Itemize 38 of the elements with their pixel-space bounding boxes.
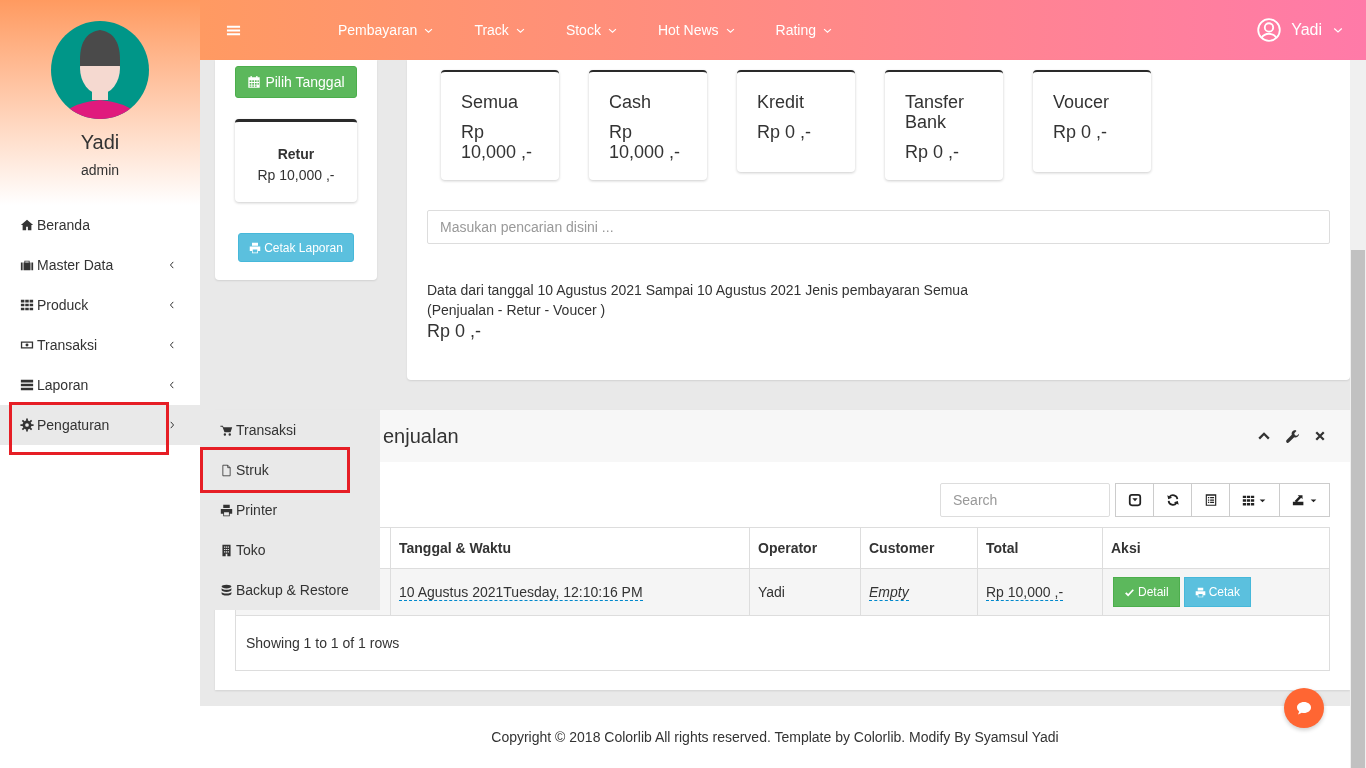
submenu-item[interactable]: Printer [203,490,347,530]
stat-value: Rp 0 ,- [905,142,961,162]
user-role: admin [80,161,120,180]
sidebar-item[interactable]: Transaksi [0,325,200,365]
stat-value: Rp 10,000 ,- [256,166,336,185]
stat-value: Rp 10,000 ,- [609,122,682,162]
submenu-item[interactable]: Toko [203,530,347,570]
operator-cell: Yadi [758,583,785,600]
search-field[interactable]: Search [940,483,1110,517]
date-range-text: Data dari tanggal 10 Agustus 2021 Sampai 10 Agustus 2021 Jenis pembayaran Semua [427,281,969,300]
sidebar-item[interactable]: Beranda [0,205,200,245]
submenu-item[interactable]: Backup & Restore [203,570,353,610]
submenu-item[interactable]: Transaksi [203,410,347,450]
sidebar-item[interactable]: Master Data [0,245,200,285]
stat-label: Kredit [757,92,806,112]
user-name: Yadi [80,130,120,154]
stat-label: Semua [461,92,520,112]
customer-cell[interactable]: Empty [869,583,909,601]
formula-text: (Penjualan - Retur - Voucer ) [427,301,607,320]
search-field[interactable]: Masukan pencarian disini ... [427,210,1330,244]
pagination-info: Showing 1 to 1 of 1 rows [246,633,400,653]
copyright-text: Copyright © 2018 Colorlib All rights reserved. Template by Colorlib. Modify By Syamsul Yadi [491,727,1059,747]
column-header[interactable]: Total [986,539,1019,556]
column-header[interactable]: Aksi [1111,539,1141,556]
stat-label: Voucer [1053,92,1111,112]
stat-label: Tansfer Bank [905,92,966,132]
stat-value: Rp 10,000 ,- [461,122,534,162]
sidebar-item[interactable]: Laporan [0,365,200,405]
column-header[interactable]: Tanggal & Waktu [399,539,511,556]
submenu-item[interactable]: Struk [203,450,347,490]
total-amount: Rp 0 ,- [427,320,483,342]
stat-label: Retur [276,145,316,164]
sidebar-item[interactable]: Produck [0,285,200,325]
stat-value: Rp 0 ,- [757,122,813,142]
panel-title: enjualan [383,424,459,449]
stat-label: Cash [609,92,653,112]
stat-value: Rp 0 ,- [1053,122,1109,142]
sidebar-item[interactable]: Pengaturan [0,405,200,445]
